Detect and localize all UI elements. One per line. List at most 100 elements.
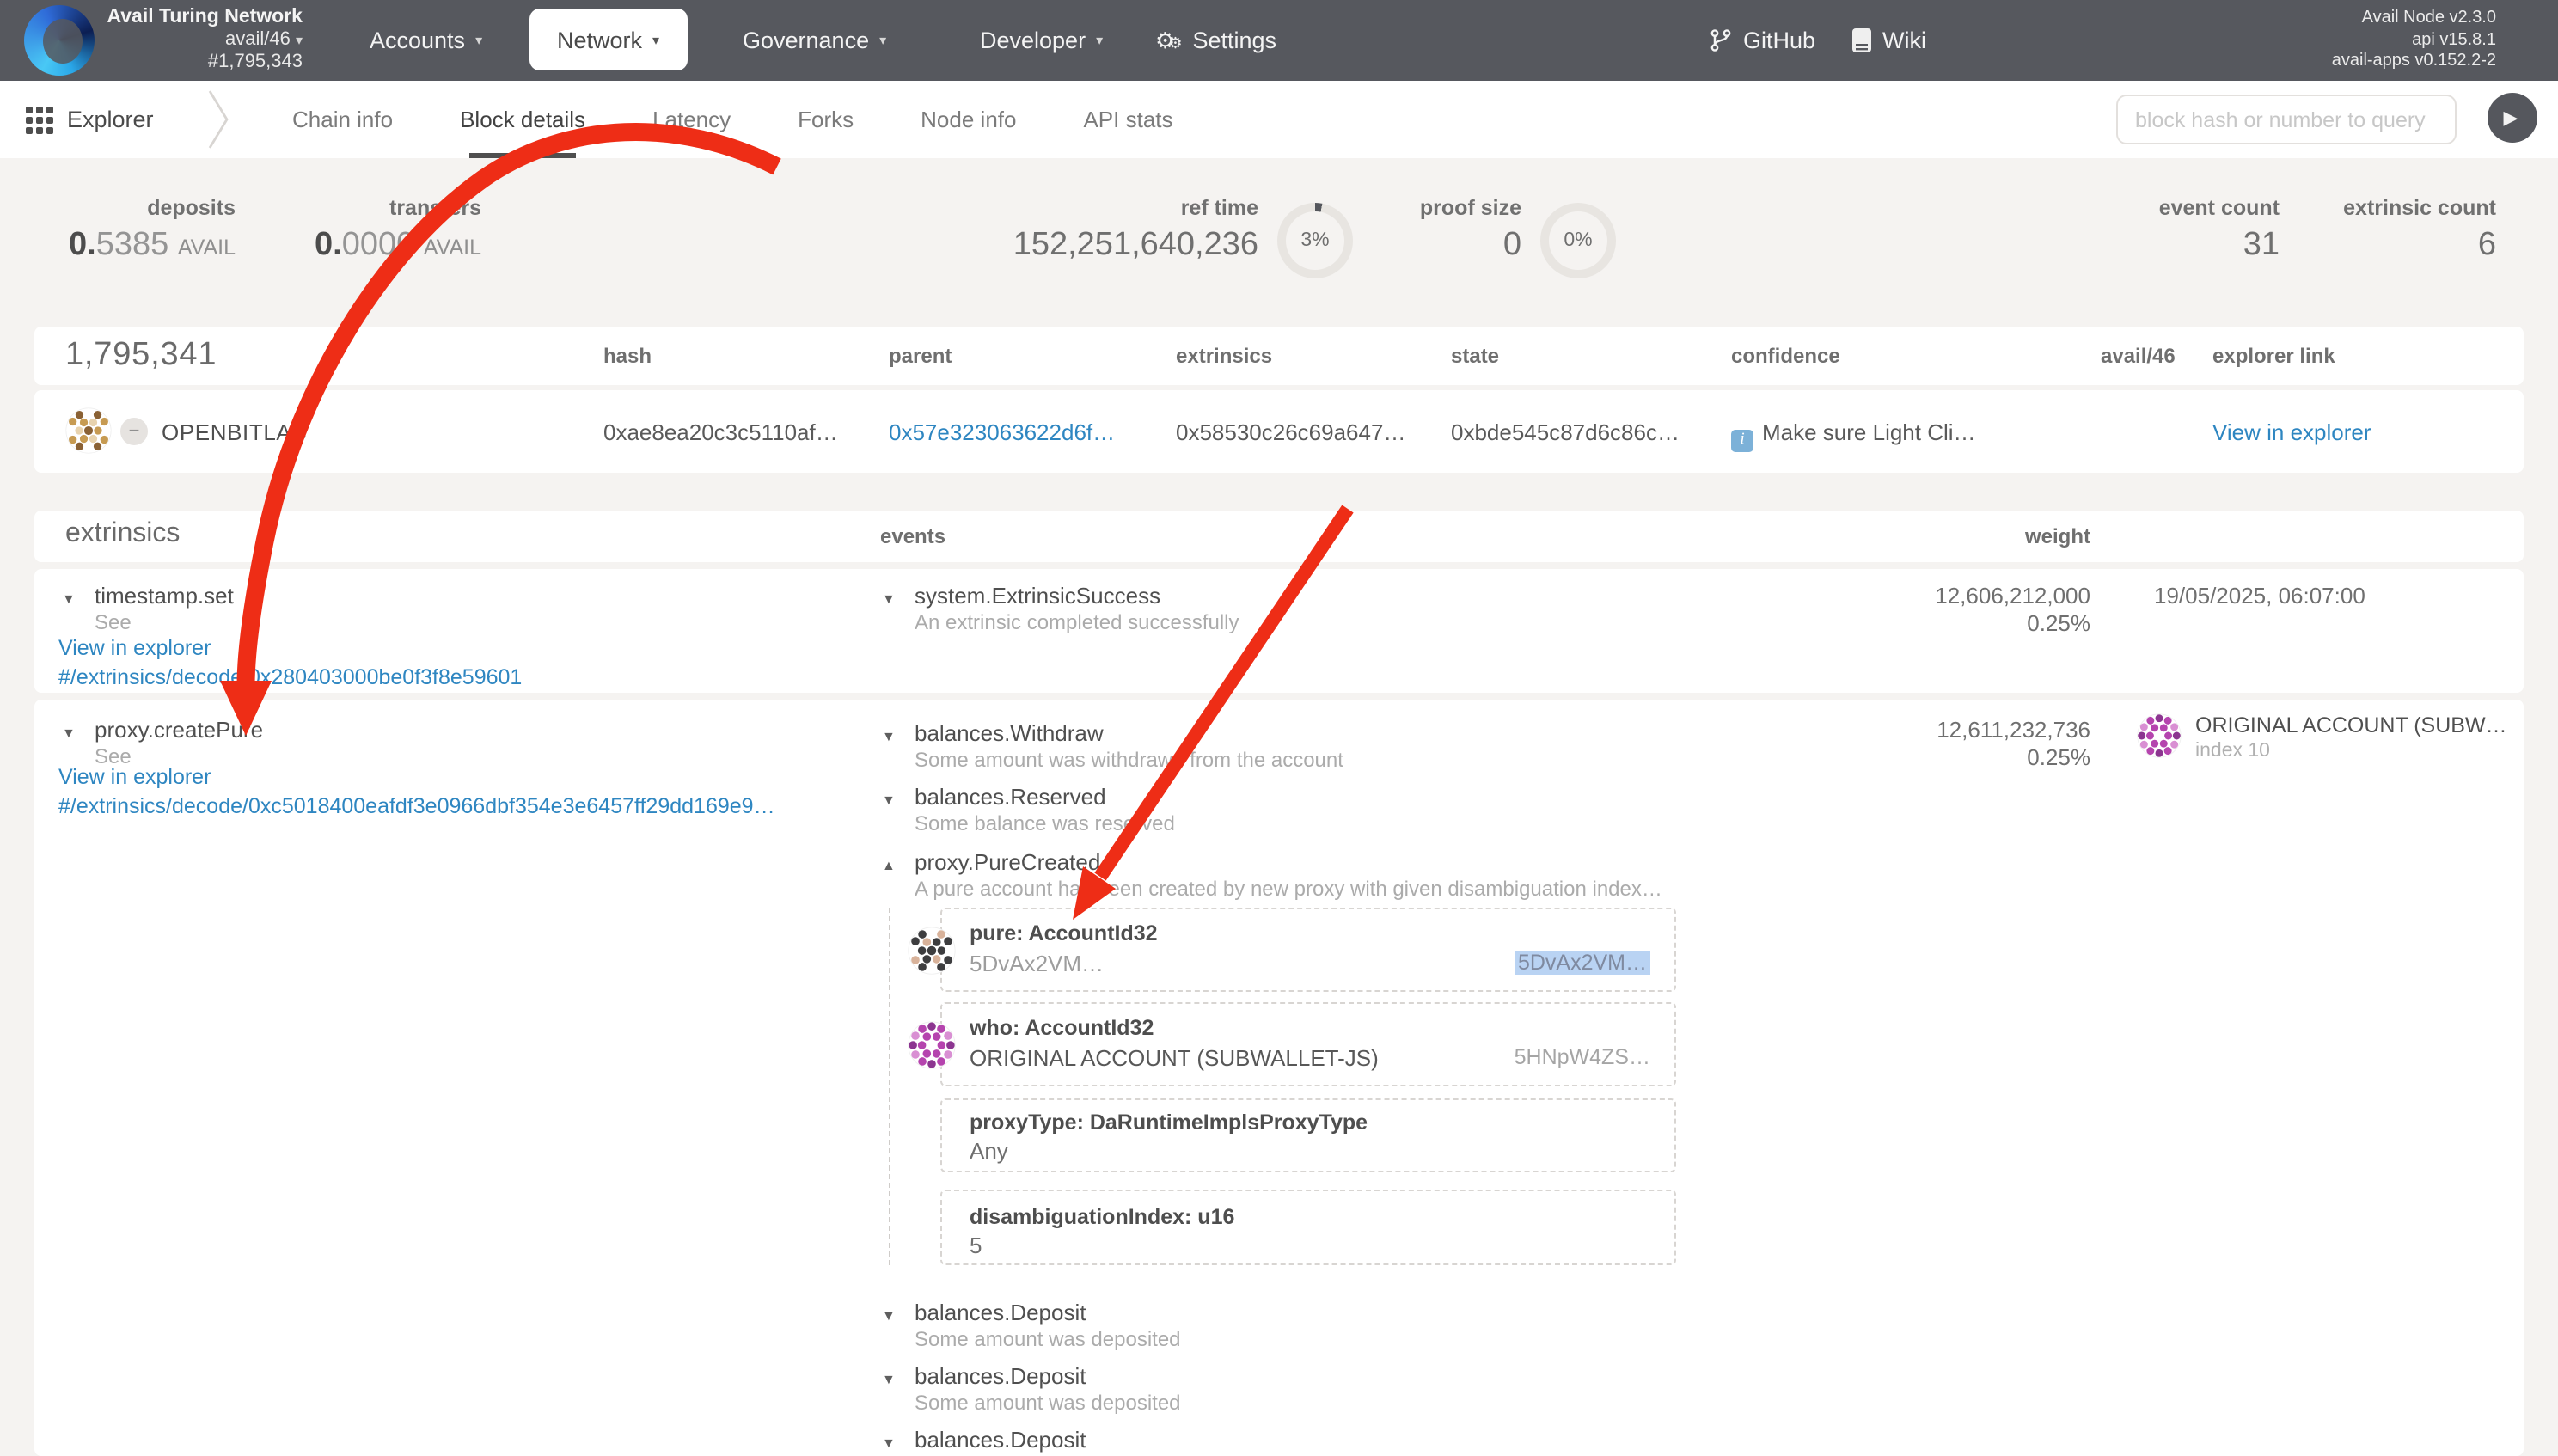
block-table-header: 1,795,341 hash parent extrinsics state c… [34,327,2524,385]
expand-toggle-icon[interactable]: ▼ [882,1435,896,1451]
expand-toggle-icon[interactable]: ▼ [882,792,896,808]
block-timestamp: 19/05/2025, 06:07:00 [2154,583,2365,609]
stat-proof-size: proof size 0 [1420,196,1521,265]
stat-transfers: transfers 0.0000 AVAIL [315,196,481,265]
tab-forks[interactable]: Forks [798,81,854,158]
event-desc: Some balance was reserved [915,811,1175,835]
block-number: 1,795,341 [65,337,217,375]
weight-cell: 12,611,232,736 0.25% [1937,717,2090,772]
collapse-toggle-icon[interactable]: ▲ [882,858,896,873]
decode-link[interactable]: #/extrinsics/decode/0xc5018400eafdf3e096… [58,794,775,818]
tab-chain-info[interactable]: Chain info [292,81,393,158]
menu-accounts[interactable]: Accounts▾ [370,0,482,81]
event-title: system.ExtrinsicSuccess [915,583,1160,609]
breadcrumb-chevron-icon [206,89,230,158]
expand-toggle-icon[interactable]: ▼ [62,725,76,741]
tab-api-stats[interactable]: API stats [1083,81,1172,158]
app-header: Avail Turing Network avail/46 ▾ #1,795,3… [0,0,2558,81]
chevron-down-icon: ▾ [652,32,659,47]
wiki-link[interactable]: Wiki [1851,0,1926,81]
decode-link[interactable]: #/extrinsics/decode/0x280403000be0f3f8e5… [58,665,522,689]
tab-block-details[interactable]: Block details [460,81,585,158]
param-disambiguation-index: disambiguationIndex: u16 5 [940,1190,1676,1265]
menu-settings[interactable]: ⚙⚙ Settings [1155,0,1276,81]
minus-icon[interactable]: − [120,418,148,445]
event-title: balances.Deposit [915,1300,1086,1325]
tab-bar: Explorer Chain info Block details Latenc… [0,81,2558,158]
extrinsic-method: timestamp.set [95,583,234,609]
event-title: balances.Reserved [915,784,1106,810]
apps-version: avail-apps v0.152.2-2 [2332,52,2496,73]
event-desc: Some amount was withdrawn from the accou… [915,748,1343,772]
view-in-explorer-link[interactable]: View in explorer [58,765,211,789]
event-desc: Some amount was deposited [915,1327,1181,1351]
view-in-explorer-link[interactable]: View in explorer [58,636,211,660]
api-version: api v15.8.1 [2332,30,2496,52]
event-title: balances.Withdraw [915,720,1104,746]
who-address[interactable]: 5HNpW4ZS… [1515,1045,1650,1069]
signer-identicon [2137,713,2182,758]
signer-cell[interactable]: ORIGINAL ACCOUNT (SUBW… index 10 [2137,713,2507,762]
book-icon [1851,28,1872,53]
validator-name[interactable]: OPENBITLAB [162,419,307,445]
chevron-down-icon: ▾ [1096,33,1103,48]
validator-identicon[interactable] [65,407,112,454]
weight-cell: 12,606,212,000 0.25% [1935,583,2090,638]
best-block-number: #1,795,343 [103,52,303,74]
extrinsic-method: proxy.createPure [95,717,263,743]
stat-event-count: event count 31 [2159,196,2280,265]
tab-node-info[interactable]: Node info [921,81,1016,158]
avail-logo-icon[interactable] [24,5,95,76]
selected-address[interactable]: 5DvAx2VM… [1515,951,1650,975]
who-account-identicon[interactable] [908,1021,956,1069]
gear-icon: ⚙⚙ [1155,27,1175,54]
proof-size-gauge: 0% [1540,203,1616,278]
version-info: Avail Node v2.3.0 api v15.8.1 avail-apps… [2332,9,2496,73]
sidebar-item-explorer[interactable]: Explorer [26,81,154,158]
stat-deposits: deposits 0.5385 AVAIL [69,196,236,265]
github-link[interactable]: GitHub [1709,0,1815,81]
spec-label: avail/46 [225,29,291,50]
network-name: Avail Turing Network [103,7,303,29]
block-query-input[interactable] [2116,95,2457,144]
block-hash: 0xae8ea20c3c5110af… [603,419,838,445]
view-in-explorer-link[interactable]: View in explorer [2212,419,2371,445]
event-title: balances.Deposit [915,1427,1086,1453]
block-table-row: − OPENBITLAB 0xae8ea20c3c5110af… 0x57e32… [34,390,2524,473]
info-icon: i [1731,429,1753,451]
query-submit-button[interactable]: ▶ [2488,93,2537,143]
menu-developer[interactable]: Developer▾ [980,0,1103,81]
extrinsic-doc: See [95,610,132,634]
param-proxytype: proxyType: DaRuntimeImplsProxyType Any [940,1098,1676,1172]
menu-network[interactable]: Network▾ [529,9,687,70]
event-desc: An extrinsic completed successfully [915,610,1239,634]
node-version: Avail Node v2.3.0 [2332,9,2496,30]
expand-toggle-icon[interactable]: ▼ [882,729,896,744]
tab-latency[interactable]: Latency [652,81,731,158]
expand-toggle-icon[interactable]: ▼ [882,1308,896,1324]
stat-ref-time: ref time 152,251,640,236 [1013,196,1258,265]
state-root: 0xbde545c87d6c86c… [1451,419,1680,445]
branch-icon [1709,28,1733,53]
play-icon: ▶ [2504,107,2518,129]
event-desc: Some amount was deposited [915,1391,1181,1415]
expand-toggle-icon[interactable]: ▼ [882,1372,896,1387]
menu-governance[interactable]: Governance▾ [743,0,886,81]
extrinsic-row-timestamp-set: ▼ timestamp.set See View in explorer #/e… [34,569,2524,693]
event-expansion-guide [889,908,890,1265]
expand-toggle-icon[interactable]: ▼ [882,591,896,607]
ref-time-gauge: 3% [1277,203,1353,278]
extrinsics-table-header: extrinsics events weight [34,511,2524,562]
event-title: balances.Deposit [915,1363,1086,1389]
expand-toggle-icon[interactable]: ▼ [62,591,76,607]
explorer-page: Avail Turing Network avail/46 ▾ #1,795,3… [0,0,2558,1442]
parent-hash-link[interactable]: 0x57e323063622d6f… [889,419,1115,445]
event-title: proxy.PureCreated [915,849,1100,875]
chevron-down-icon: ▾ [879,33,886,48]
extrinsic-row-proxy-createpure: ▼ proxy.createPure See View in explorer … [34,700,2524,1456]
param-who: who: AccountId32 ORIGINAL ACCOUNT (SUBWA… [940,1002,1676,1086]
network-info[interactable]: Avail Turing Network avail/46 ▾ #1,795,3… [103,7,303,74]
chevron-down-icon: ▾ [296,33,303,48]
pure-account-identicon[interactable] [908,927,956,975]
confidence-cell: iMake sure Light Cli… [1731,419,1976,451]
